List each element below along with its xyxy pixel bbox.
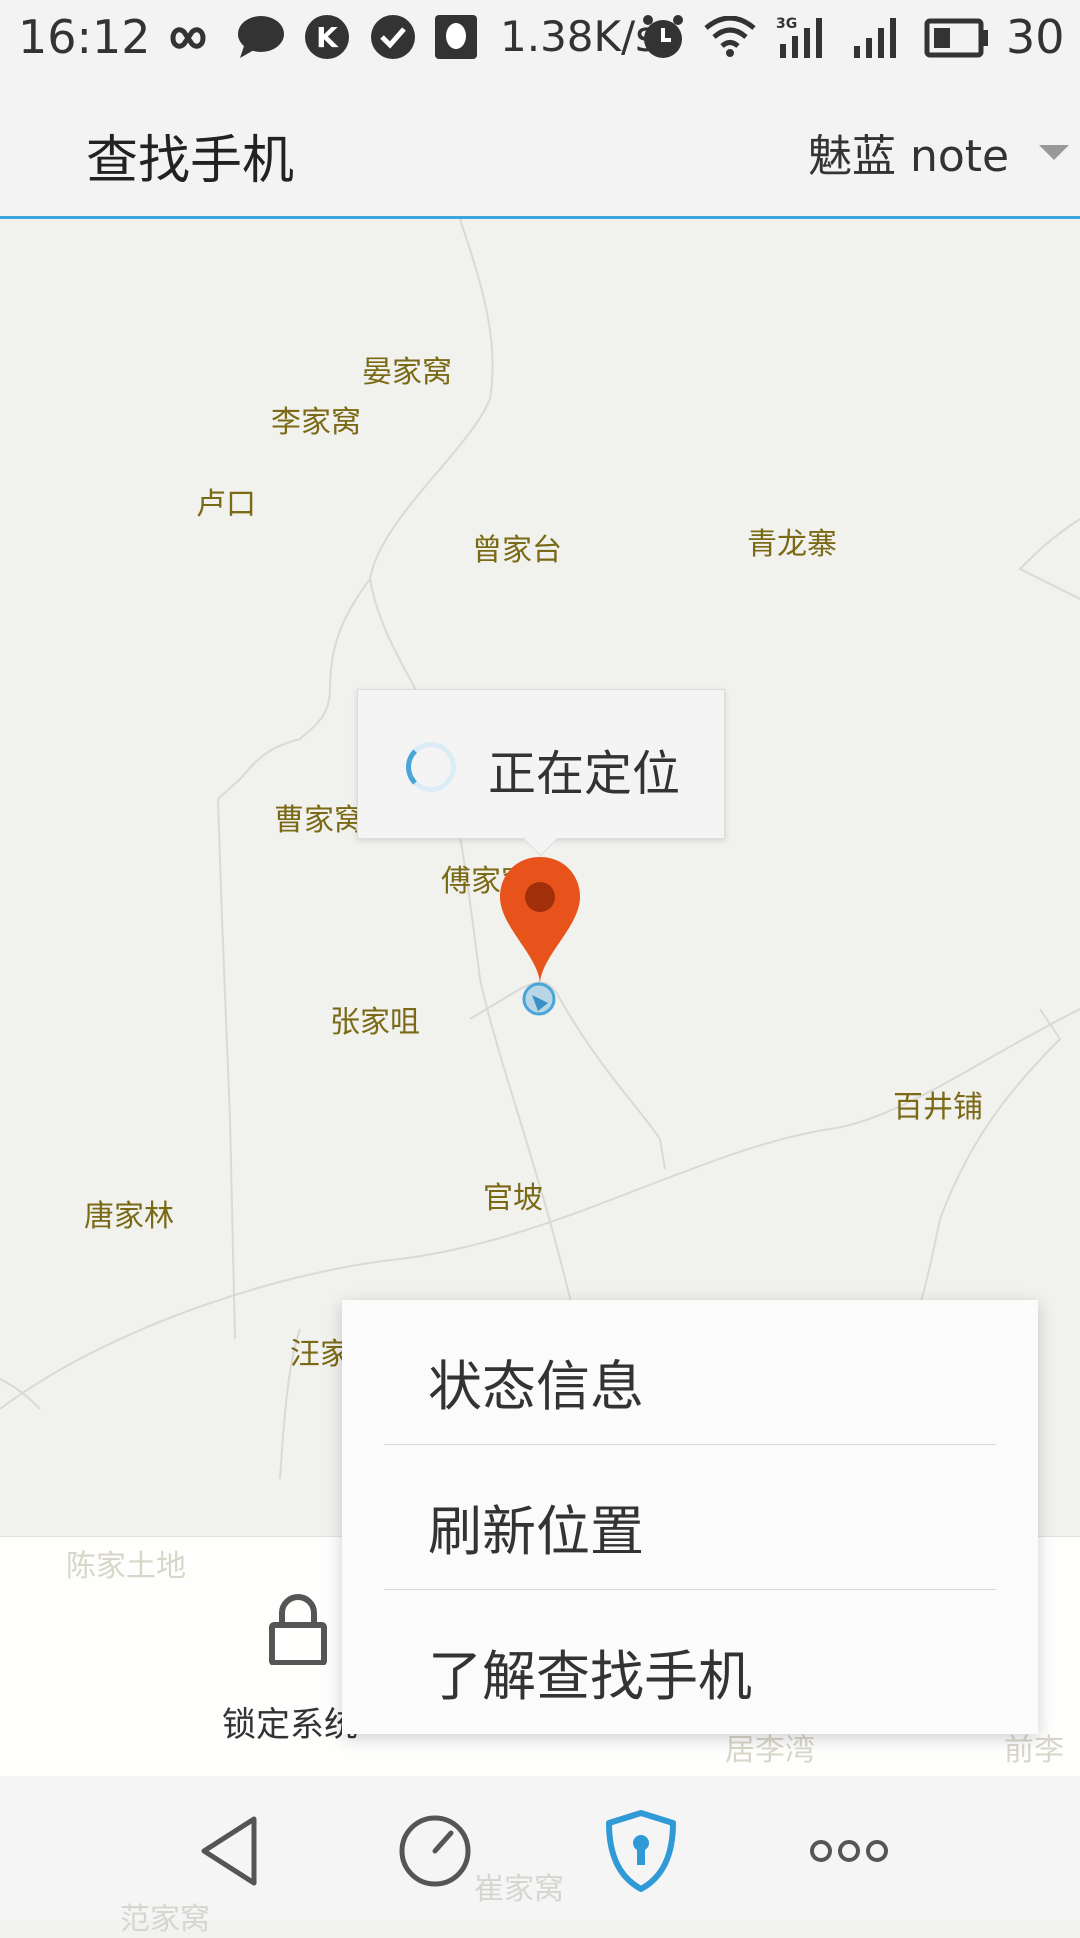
place-label: 曾家台	[472, 533, 562, 568]
dropdown-triangle-icon	[1039, 144, 1070, 160]
page-title: 查找手机	[86, 131, 295, 191]
nav-more-button[interactable]	[804, 1806, 894, 1896]
infinity-icon	[158, 18, 218, 62]
signal-3g-icon: 3G	[776, 14, 830, 64]
nav-back-button[interactable]	[186, 1806, 276, 1896]
signal-icon	[850, 14, 904, 64]
chat-bubble-icon	[236, 14, 286, 64]
place-label: 唐家林	[84, 1199, 174, 1234]
battery-level: 30	[1006, 10, 1065, 64]
status-bar: 16:12 K 1.38K/s 3G 30	[0, 0, 1080, 76]
more-dots-icon	[810, 1840, 888, 1862]
place-label: 曹家窝	[274, 803, 364, 838]
menu-item-label: 状态信息	[428, 1355, 644, 1418]
popup-menu: 状态信息 刷新位置 了解查找手机	[342, 1300, 1038, 1734]
locating-text: 正在定位	[488, 746, 681, 802]
wifi-icon	[704, 15, 756, 62]
svg-text:K: K	[316, 21, 339, 54]
battery-icon	[924, 18, 990, 62]
place-label: 官坡	[483, 1181, 543, 1216]
k-icon: K	[304, 14, 350, 64]
place-label: 晏家窝	[362, 355, 452, 390]
svg-text:3G: 3G	[776, 16, 797, 32]
network-speed: 1.38K/s	[500, 12, 658, 61]
nav-find-phone-button[interactable]	[596, 1806, 686, 1896]
lock-icon[interactable]	[268, 1593, 328, 1665]
locating-bubble: 正在定位	[357, 689, 725, 839]
place-label: 张家咀	[330, 1005, 420, 1040]
bottom-nav-bar: 崔家窝 范家窝	[0, 1776, 1080, 1937]
menu-item-label: 了解查找手机	[428, 1645, 752, 1708]
gauge-icon	[399, 1815, 471, 1887]
nav-gauge-button[interactable]	[390, 1806, 480, 1896]
place-label: 李家窝	[271, 405, 361, 440]
menu-item-label: 刷新位置	[428, 1500, 644, 1563]
app-bar: 查找手机 魅蓝 note	[0, 76, 1080, 219]
faded-place-label: 陈家土地	[66, 1549, 186, 1584]
faded-place-label: 崔家窝	[474, 1872, 564, 1907]
faded-place-label: 范家窝	[120, 1902, 210, 1937]
back-triangle-icon	[201, 1816, 257, 1886]
place-label: 百井铺	[893, 1090, 983, 1125]
menu-item-refresh-location[interactable]: 刷新位置	[342, 1445, 1038, 1590]
device-selector[interactable]: 魅蓝 note	[808, 120, 1070, 184]
place-label: 卢口	[196, 487, 256, 522]
device-name: 魅蓝 note	[808, 131, 1010, 182]
menu-item-about-find-phone[interactable]: 了解查找手机	[342, 1590, 1038, 1735]
lock-system-label[interactable]: 锁定系统	[222, 1697, 358, 1746]
menu-item-status-info[interactable]: 状态信息	[342, 1300, 1038, 1445]
loading-spinner-icon	[406, 742, 456, 792]
status-time: 16:12	[18, 10, 151, 64]
check-icon	[370, 14, 416, 64]
qq-icon	[434, 14, 478, 64]
place-label: 汪家	[290, 1337, 350, 1372]
location-marker-icon[interactable]	[496, 853, 584, 1033]
place-label: 青龙寨	[747, 527, 837, 562]
alarm-icon	[640, 14, 686, 64]
shield-keyhole-icon	[606, 1810, 676, 1892]
